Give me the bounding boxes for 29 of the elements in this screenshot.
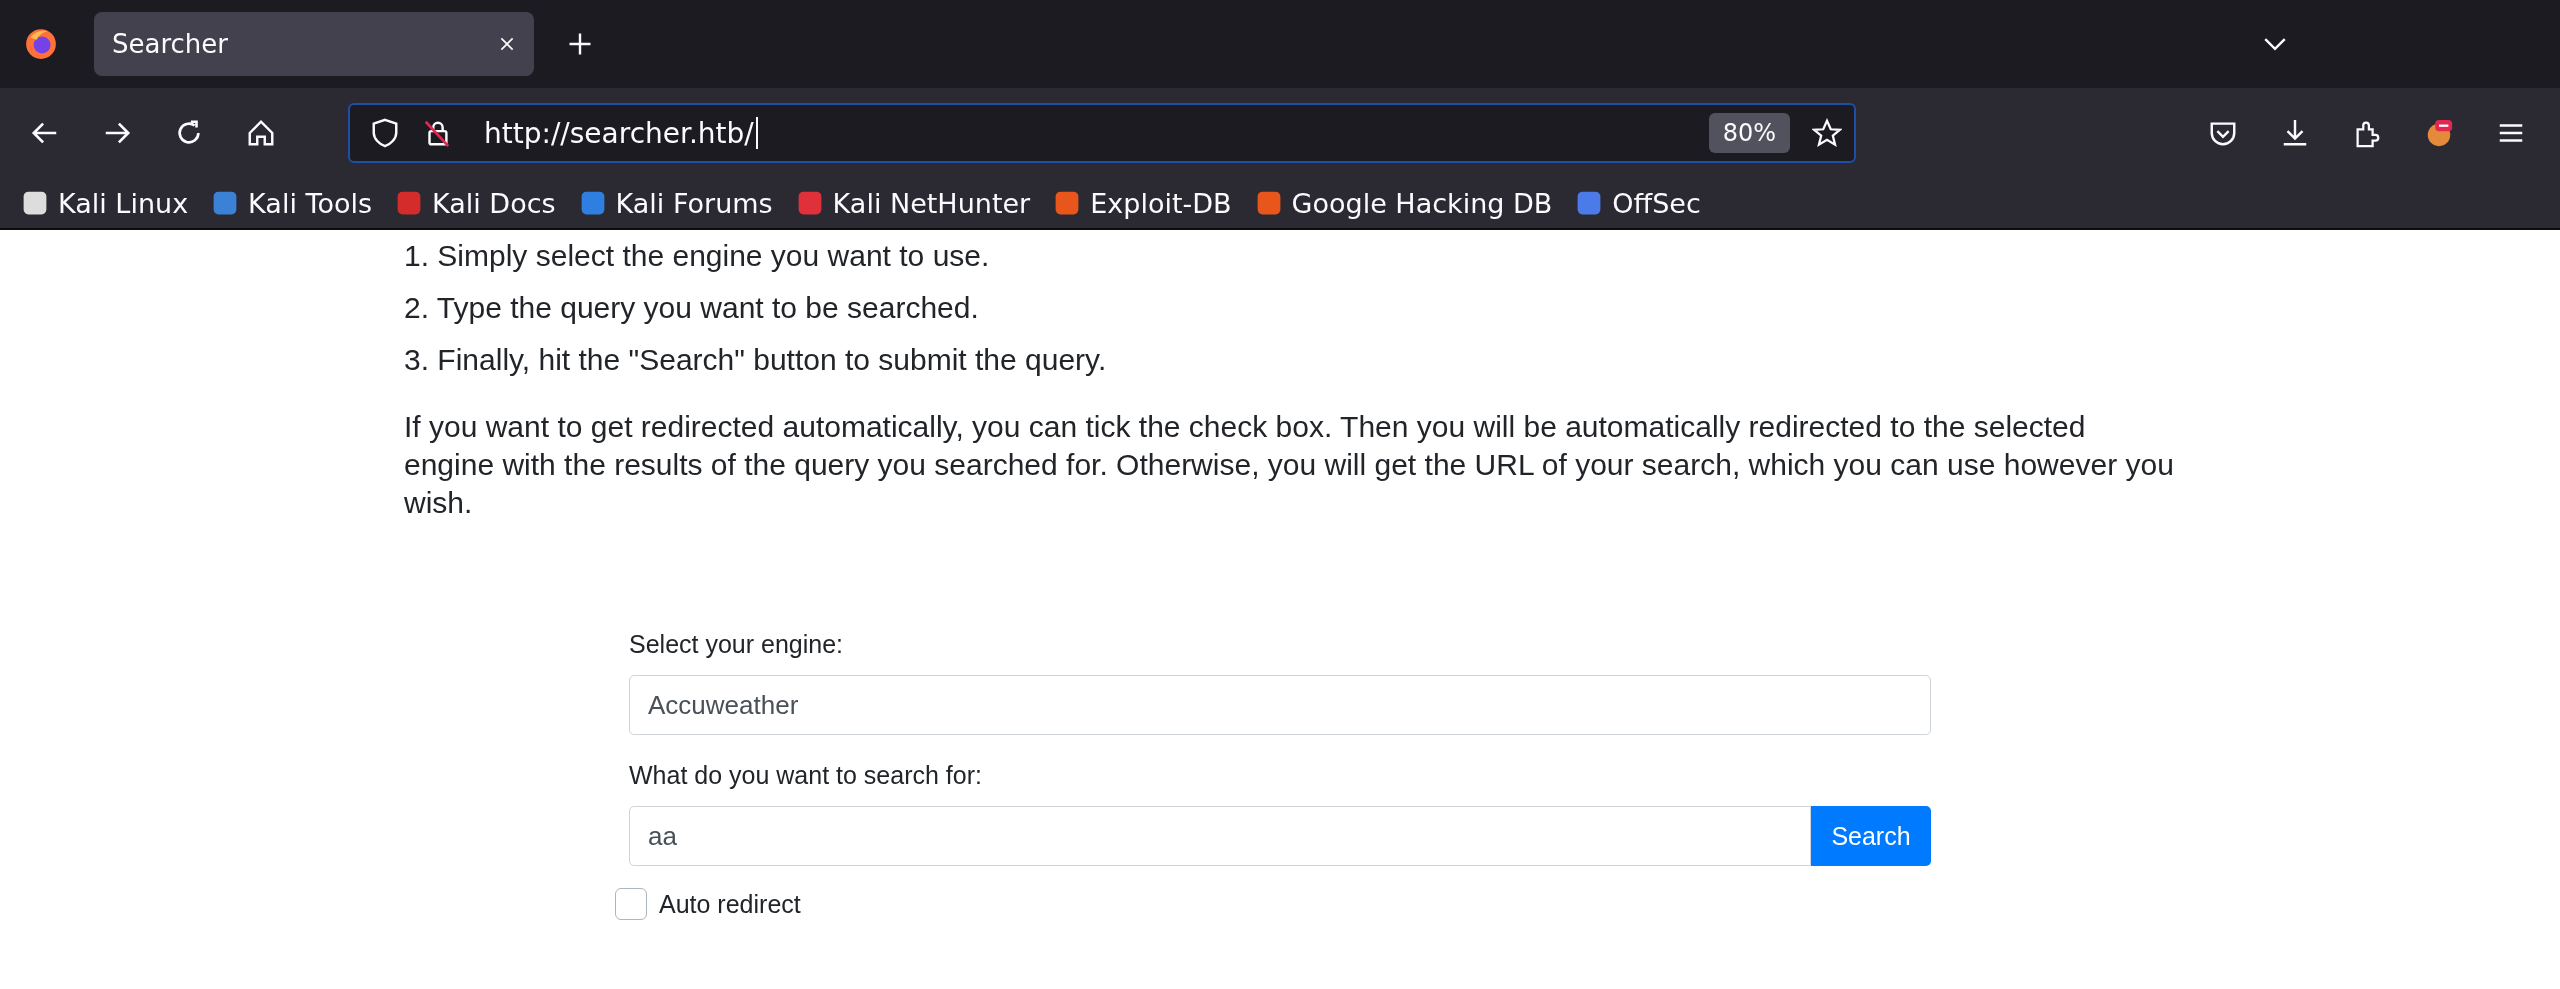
auto-redirect-checkbox[interactable] [615, 888, 647, 920]
instruction-step: 3. Finally, hit the "Search" button to submit the query. [404, 334, 2560, 386]
bookmark-link[interactable]: Kali Docs [396, 187, 556, 219]
firefox-logo-icon[interactable] [24, 27, 58, 61]
instruction-step: 1. Simply select the engine you want to use. [404, 230, 2560, 282]
new-tab-icon[interactable] [568, 32, 592, 56]
instruction-step: 2. Type the query you want to be searched. [404, 282, 2560, 334]
star-icon[interactable] [1812, 118, 1842, 148]
bookmark-link[interactable]: Kali NetHunter [796, 187, 1031, 219]
instruction-paragraph: If you want to get redirected automatically, you can tick the check box. Then you will be automatically redirected to the selected engine with the results of the query you searched for. Otherwise, you will get the URL of your search, which you can use however you wish. [404, 409, 2174, 521]
bookmark-link[interactable]: Kali Linux [22, 187, 189, 219]
zoom-level-badge[interactable]: 80% [1708, 113, 1790, 153]
bookmark-link[interactable]: Kali Tools [212, 187, 372, 219]
engine-label: Select your engine: [629, 630, 845, 659]
insecure-lock-icon [422, 118, 452, 148]
search-button[interactable]: Search [1811, 806, 1931, 866]
bookmark-link[interactable]: Google Hacking DB [1255, 187, 1553, 219]
bookmark-link[interactable]: OffSec [1576, 187, 1701, 219]
home-icon[interactable] [246, 118, 276, 148]
query-label: What do you want to search for: [629, 761, 983, 790]
close-icon[interactable] [498, 35, 516, 53]
query-input[interactable]: aa [629, 806, 1811, 866]
browser-tab[interactable]: Searcher [94, 12, 534, 76]
auto-redirect-label: Auto redirect [659, 889, 801, 919]
bookmark-link[interactable]: Exploit-DB [1054, 187, 1232, 219]
shield-icon [370, 118, 400, 148]
engine-select[interactable]: Accuweather [629, 675, 1931, 735]
address-bar[interactable]: http://searcher.htb/ 80% [348, 103, 1856, 163]
bookmark-link[interactable]: Kali Forums [579, 187, 773, 219]
